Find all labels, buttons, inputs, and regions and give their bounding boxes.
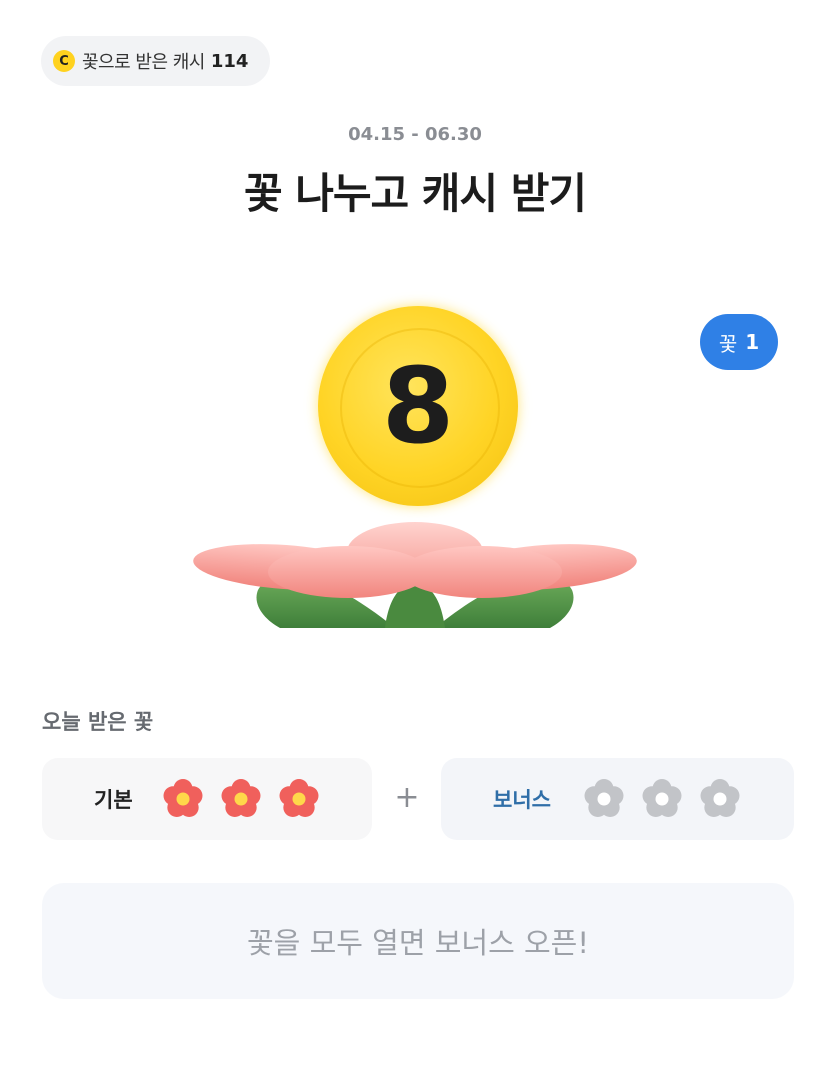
- cash-coin-icon: C: [53, 50, 75, 72]
- cash-earned-value: 114: [210, 50, 249, 72]
- plus-icon: +: [394, 780, 420, 815]
- bonus-flowers-card: 보너스: [441, 758, 794, 840]
- flower-received-icon: [221, 779, 261, 817]
- big-coin[interactable]: 8: [318, 306, 518, 506]
- event-date-range: 04.15 - 06.30: [348, 124, 482, 145]
- cash-earned-label: 꽃으로 받은 캐시: [82, 52, 205, 73]
- basic-label: 기본: [94, 788, 133, 812]
- flower-badge-count: 1: [745, 330, 760, 354]
- flower-count-badge: 꽃 1: [700, 314, 778, 370]
- cash-earned-pill[interactable]: C 꽃으로 받은 캐시 114: [41, 36, 270, 86]
- flower-received-icon: [163, 779, 203, 817]
- flower-badge-label: 꽃: [718, 331, 738, 356]
- bonus-label: 보너스: [493, 788, 551, 812]
- flower-empty-icon: [700, 779, 740, 817]
- page-title: 꽃 나누고 캐시 받기: [244, 169, 587, 218]
- basic-flowers-card: 기본: [42, 758, 372, 840]
- open-all-flowers-button[interactable]: 꽃을 모두 열면 보너스 오픈!: [42, 883, 794, 999]
- today-flowers-title: 오늘 받은 꽃: [42, 710, 154, 734]
- coin-number: 8: [381, 345, 455, 467]
- flower-empty-icon: [584, 779, 624, 817]
- flower-empty-icon: [642, 779, 682, 817]
- flower-received-icon: [279, 779, 319, 817]
